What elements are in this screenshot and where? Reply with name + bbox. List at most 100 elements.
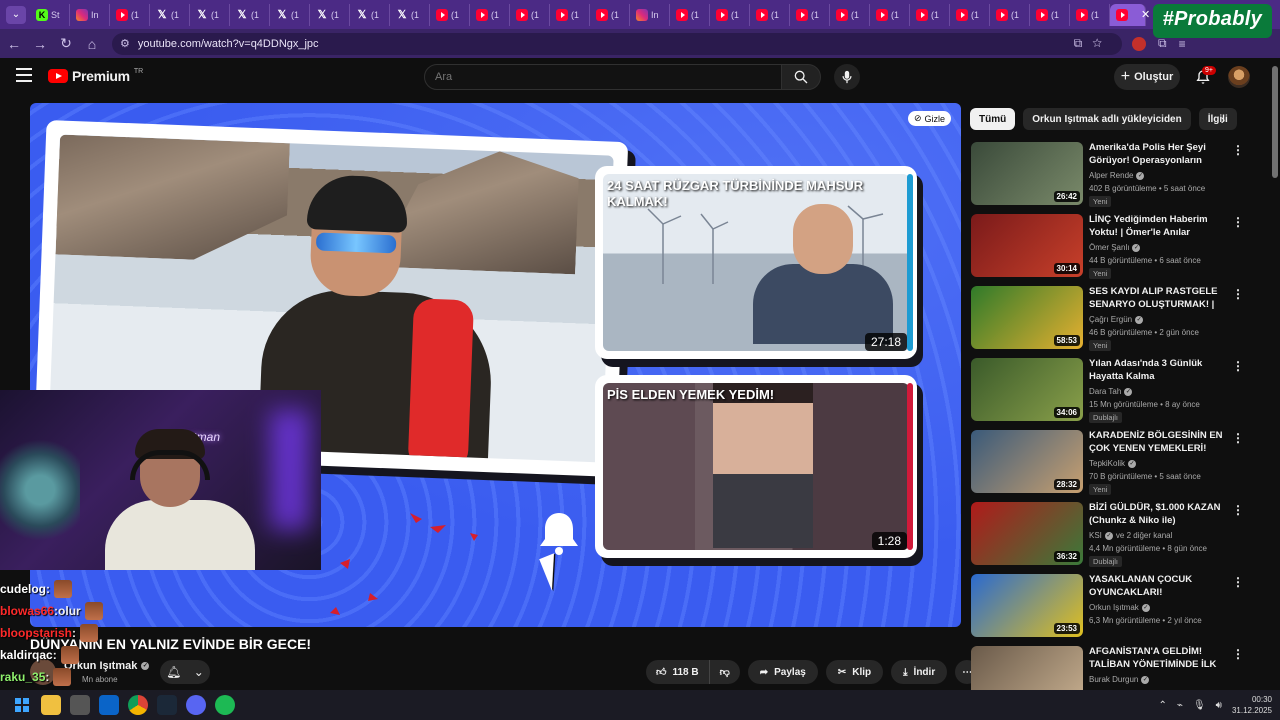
browser-tab[interactable]: 𝕏 (1 [190,3,230,26]
browser-tab[interactable]: In [630,3,670,26]
video-title[interactable]: Yılan Adası'nda 3 Günlük Hayatta Kalma [1089,358,1225,383]
channel-name[interactable]: Çağrı Ergün [1089,315,1132,324]
channel-name[interactable]: Burak Durgun [1089,675,1138,684]
video-thumbnail[interactable]: 34:06 [971,358,1083,421]
start-windows-icon[interactable] [12,695,32,715]
download-button[interactable]: ⤓ İndir [891,660,948,684]
notification-setting-button[interactable]: 🔔︎ ⌄ [160,660,210,684]
clip-button[interactable]: ✂ Klip [825,660,884,684]
recommended-video[interactable]: 58:53 SES KAYDI ALIP RASTGELE SENARYO OLU… [970,286,1246,358]
browser-tab[interactable]: (1 [590,3,630,26]
video-thumbnail[interactable]: 28:32 [971,430,1083,493]
youtube-logo[interactable]: Premium TR [48,68,143,84]
spotify-icon[interactable] [215,695,235,715]
like-button[interactable]: 👍︎ 118 B [646,660,710,684]
calculator-icon[interactable] [70,695,90,715]
browser-tab[interactable]: (1 [1030,3,1070,26]
browser-tab[interactable]: (1 [950,3,990,26]
file-explorer-icon[interactable] [41,695,61,715]
search-button[interactable] [781,64,821,90]
video-title[interactable]: SES KAYDI ALIP RASTGELE SENARYO OLUŞTURM… [1089,286,1225,312]
video-title[interactable]: AFGANİSTAN'A GELDİM! TALİBAN YÖNETİMİNDE… [1089,646,1225,672]
more-options-icon[interactable]: ⋮ [1232,432,1244,444]
dislike-button[interactable]: 👎︎ [710,660,740,684]
hide-overlay-button[interactable]: ⊘ Gizle [907,111,951,126]
account-avatar[interactable] [1228,66,1250,88]
more-options-icon[interactable]: ⋮ [1232,288,1244,300]
share-button[interactable]: ➦ Paylaş [747,660,818,684]
tray-overflow-icon[interactable]: ⌃ [1159,700,1167,711]
outlook-icon[interactable] [99,695,119,715]
browser-tab[interactable]: (1 [790,3,830,26]
scrollbar-thumb[interactable] [1272,66,1278,178]
close-tab-icon[interactable]: ✕ [1141,8,1150,21]
browser-tab[interactable]: (1 [910,3,950,26]
chrome-icon[interactable] [128,695,148,715]
video-title[interactable]: YASAKLANAN ÇOCUK OYUNCAKLARI! [1089,574,1225,599]
create-button[interactable]: + Oluştur [1114,64,1180,90]
more-options-icon[interactable]: ⋮ [1232,144,1244,156]
filter-chip[interactable]: Tümü [970,108,1016,130]
forward-icon[interactable]: → [28,32,52,56]
recommended-video[interactable]: 36:32 BİZİ GÜLDÜR, $1.000 KAZAN (Chunkz &… [970,502,1246,574]
video-thumbnail[interactable]: 26:42 [971,142,1083,205]
browser-tab[interactable]: 𝕏 (1 [270,3,310,26]
microphone-tray-icon[interactable]: 🎙︎ [1193,700,1206,711]
browser-tab[interactable]: (1 [710,3,750,26]
video-title[interactable]: BİZİ GÜLDÜR, $1.000 KAZAN (Chunkz & Niko… [1089,502,1225,527]
more-options-icon[interactable]: ⋮ [1232,504,1244,516]
video-title[interactable]: LİNÇ Yediğimden Haberim Yoktu! | Ömer'le… [1089,214,1225,240]
recommended-video[interactable]: 34:06 Yılan Adası'nda 3 Günlük Hayatta Ka… [970,358,1246,430]
end-screen-card[interactable]: 24 SAAT RÜZGAR TÜRBİNİNDE MAHSUR KALMAK!… [595,166,917,359]
video-thumbnail[interactable]: 23:53 [971,574,1083,637]
extension-icon[interactable] [1132,36,1146,51]
channel-name[interactable]: Orkun Işıtmak [1089,603,1139,612]
browser-tab[interactable]: In [70,3,110,26]
video-thumbnail[interactable]: 36:32 [971,502,1083,565]
browser-tab[interactable]: (1 [430,3,470,26]
video-thumbnail[interactable]: 30:14 [971,214,1083,277]
browser-tab[interactable]: (1 [870,3,910,26]
puzzle-icon[interactable]: ⧉ [1158,36,1167,51]
channel-name[interactable]: Dara Tah [1089,387,1121,396]
clock[interactable]: 00:30 31.12.2025 [1232,694,1272,716]
filter-chip[interactable]: Orkun Işıtmak adlı yükleyiciden [1023,108,1191,130]
more-options-icon[interactable]: ⋮ [1232,576,1244,588]
back-icon[interactable]: ← [2,32,26,56]
discord-icon[interactable] [186,695,206,715]
recommended-video[interactable]: 28:32 KARADENİZ BÖLGESİNİN EN ÇOK YENEN Y… [970,430,1246,502]
recommended-video[interactable]: 30:14 LİNÇ Yediğimden Haberim Yoktu! | Öm… [970,214,1246,286]
browser-tab[interactable]: (1 [670,3,710,26]
search-input[interactable] [424,64,782,90]
channel-name[interactable]: KSI [1089,531,1102,540]
browser-tab[interactable]: (1 [550,3,590,26]
more-options-icon[interactable]: ⋮ [1232,648,1244,660]
video-title[interactable]: KARADENİZ BÖLGESİNİN EN ÇOK YENEN YEMEKL… [1089,430,1225,455]
bookmark-star-icon[interactable]: ⧉☆ [1074,36,1112,51]
channel-name[interactable]: Ömer Şanlı [1089,243,1129,252]
reading-list-icon[interactable]: ≡ [1179,37,1186,51]
end-screen-card[interactable]: PİS ELDEN YEMEK YEDİM! 1:28 [595,375,917,558]
address-bar[interactable]: ⚙ youtube.com/watch?v=q4DDNgx_jpc ⧉☆ [112,32,1122,55]
reload-icon[interactable]: ↻ [54,32,78,56]
browser-tab[interactable]: 𝕏 (1 [230,3,270,26]
channel-name[interactable]: Alper Rende [1089,171,1133,180]
browser-tab[interactable]: 𝕏 (1 [350,3,390,26]
browser-tab[interactable]: (1 [830,3,870,26]
tab-search-button[interactable]: ⌄ [6,5,26,24]
chevron-right-icon[interactable]: › [1214,110,1232,128]
browser-tab[interactable]: (1 [1070,3,1110,26]
browser-tab[interactable]: (1 [470,3,510,26]
more-options-icon[interactable]: ⋮ [1232,216,1244,228]
recommended-video[interactable]: 26:42 Amerika'da Polis Her Şeyi Görüyor! … [970,142,1246,214]
network-icon[interactable]: ⌁ [1177,700,1183,711]
browser-tab[interactable]: (1 [990,3,1030,26]
voice-search-button[interactable] [834,64,860,90]
steam-icon[interactable] [157,695,177,715]
more-options-icon[interactable]: ⋮ [1232,360,1244,372]
browser-tab[interactable]: 𝕏 (1 [150,3,190,26]
video-title[interactable]: Amerika'da Polis Her Şeyi Görüyor! Opera… [1089,142,1225,168]
menu-icon[interactable] [16,68,32,82]
video-thumbnail[interactable]: 58:53 [971,286,1083,349]
home-icon[interactable]: ⌂ [80,32,104,56]
